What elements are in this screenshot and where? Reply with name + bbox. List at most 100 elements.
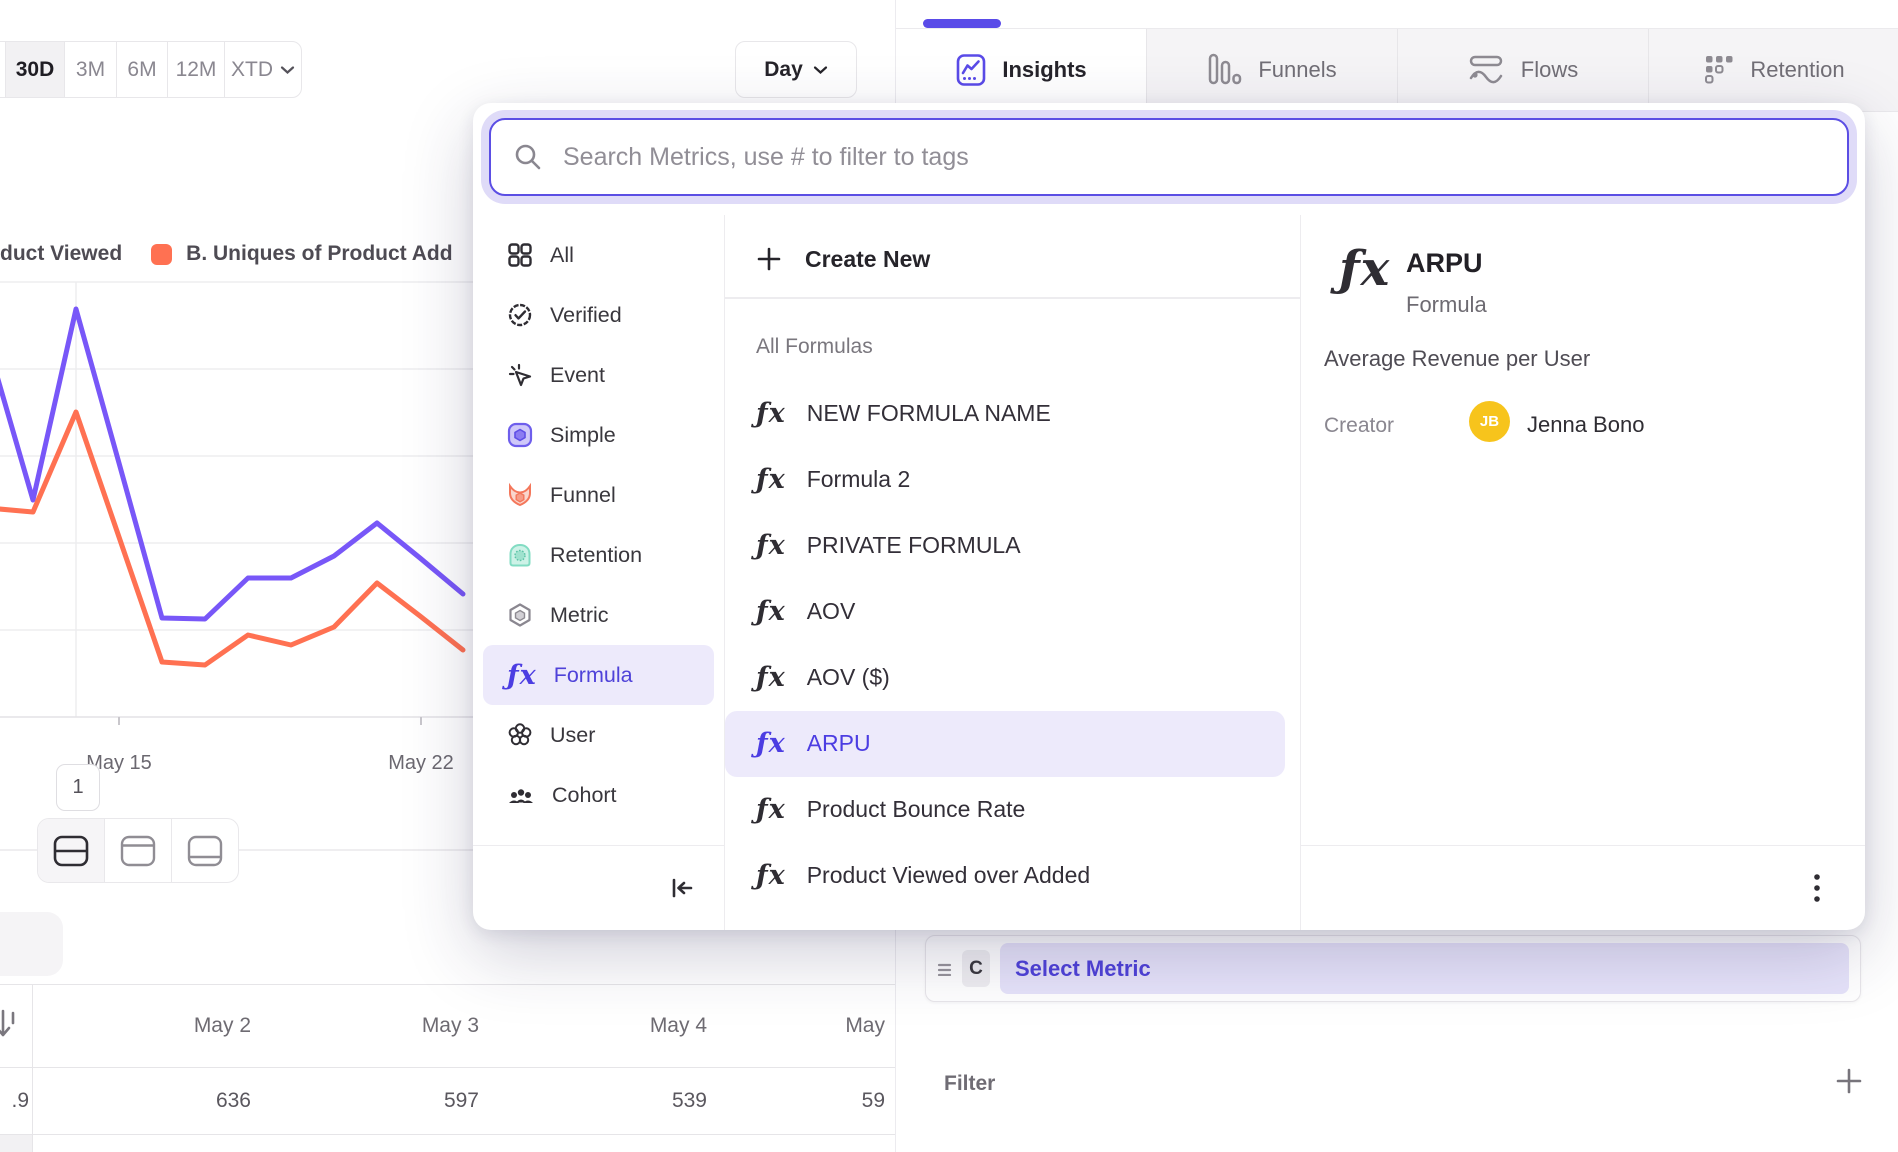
formula-fx-icon: ƒx: [756, 664, 786, 691]
table-sort-cell[interactable]: [0, 985, 33, 1067]
sidebar-item-cohort[interactable]: Cohort: [483, 765, 714, 825]
formula-item-label: AOV: [807, 598, 856, 625]
search-input[interactable]: [561, 142, 1824, 173]
table-cell: 597: [261, 1068, 489, 1134]
sidebar-item-metric[interactable]: Metric: [483, 585, 714, 645]
event-cursor-icon: [507, 362, 533, 388]
select-metric-button[interactable]: Select Metric: [1000, 943, 1849, 994]
formula-list-item-selected[interactable]: ƒx ARPU: [725, 711, 1285, 777]
series-number-badge[interactable]: 1: [56, 764, 100, 811]
verified-badge-icon: [507, 302, 533, 328]
table-row-partial: [0, 1135, 895, 1152]
sidebar-footer: [473, 845, 724, 930]
formula-item-label: NEW FORMULA NAME: [807, 400, 1051, 427]
sidebar-item-user[interactable]: User: [483, 705, 714, 765]
formula-list-item[interactable]: ƒx AOV ($): [725, 645, 1300, 711]
app-window: 30D 3M 6M 12M XTD Day duct Viewed B. Uni…: [0, 0, 1898, 1152]
metric-search-bar: [489, 118, 1849, 196]
layout-bottom-icon: [186, 834, 224, 868]
formula-item-label: ARPU: [807, 730, 871, 757]
time-range-6m-button[interactable]: 6M: [116, 42, 167, 97]
metric-detail-panel: ƒx ARPU Formula Average Revenue per User…: [1300, 215, 1865, 930]
sidebar-item-label: Retention: [550, 543, 642, 568]
table-rowhead-cell: [0, 1135, 33, 1152]
metric-hexagon-icon: [507, 602, 533, 628]
plus-icon: [756, 246, 782, 272]
tab-insights[interactable]: Insights: [896, 29, 1146, 111]
avatar: JB: [1469, 401, 1510, 442]
simple-icon: [507, 422, 533, 448]
formula-list-item[interactable]: ƒx NEW FORMULA NAME: [725, 381, 1300, 447]
formula-item-label: AOV ($): [807, 664, 890, 691]
tab-flows[interactable]: Flows: [1397, 29, 1648, 111]
sidebar-item-funnel[interactable]: Funnel: [483, 465, 714, 525]
formula-list-item[interactable]: ƒx Formula 2: [725, 447, 1300, 513]
filter-section-label: Filter: [944, 1072, 995, 1096]
formula-fx-icon: ƒx: [756, 796, 786, 823]
table-column-header[interactable]: May 2: [33, 985, 261, 1067]
select-metric-label: Select Metric: [1015, 956, 1151, 982]
time-range-12m-button[interactable]: 12M: [167, 42, 224, 97]
layout-top-button[interactable]: [104, 819, 171, 882]
create-new-button[interactable]: Create New: [725, 229, 1300, 289]
formula-item-label: Product Viewed over Added: [807, 862, 1090, 889]
formula-fx-icon: ƒx: [756, 598, 786, 625]
drag-handle-icon[interactable]: [937, 962, 952, 976]
sidebar-item-simple[interactable]: Simple: [483, 405, 714, 465]
sidebar-item-formula[interactable]: ƒx Formula: [483, 645, 714, 705]
report-tab-bar: Insights Funnels Flows Retention: [896, 28, 1898, 112]
formula-fx-icon: ƒx: [756, 466, 786, 493]
table-column-header[interactable]: May: [717, 985, 895, 1067]
kebab-menu-icon[interactable]: [1813, 873, 1821, 903]
category-sidebar: All Verified Event: [473, 215, 725, 930]
chart-svg: [0, 240, 473, 800]
formula-list-item[interactable]: ƒx Product Viewed over Added: [725, 843, 1300, 909]
layout-bottom-button[interactable]: [171, 819, 238, 882]
formula-list-item[interactable]: ƒx Product Bounce Rate: [725, 777, 1300, 843]
formula-fx-icon: ƒx: [756, 532, 786, 559]
table-cell: 59: [717, 1068, 895, 1134]
formula-fx-icon: ƒx: [756, 400, 786, 427]
sidebar-item-event[interactable]: Event: [483, 345, 714, 405]
breakdown-table: May 2 May 3 May 4 May .9 636 597 539 59: [0, 984, 895, 1152]
sidebar-item-label: Funnel: [550, 483, 616, 508]
table-cell: 636: [33, 1068, 261, 1134]
active-tab-indicator: [923, 19, 1001, 28]
sidebar-item-label: Metric: [550, 603, 609, 628]
layout-top-icon: [119, 834, 157, 868]
search-icon: [514, 143, 542, 171]
layout-toggle-group: [37, 818, 239, 883]
formula-fx-icon: ƒx: [756, 862, 786, 889]
granularity-day-button[interactable]: Day: [735, 41, 857, 98]
add-filter-button[interactable]: [1834, 1066, 1864, 1096]
detail-title: ARPU: [1406, 248, 1483, 279]
collapse-sidebar-icon[interactable]: [668, 874, 696, 902]
time-range-xtd-button[interactable]: XTD: [224, 42, 301, 97]
table-column-header[interactable]: May 3: [261, 985, 489, 1067]
grid-icon: [507, 242, 533, 268]
formula-list-item[interactable]: ƒx PRIVATE FORMULA: [725, 513, 1300, 579]
sidebar-item-all[interactable]: All: [483, 225, 714, 285]
formula-list-item[interactable]: ƒx AOV: [725, 579, 1300, 645]
table-column-header[interactable]: May 4: [489, 985, 717, 1067]
retention-dots-icon: [1703, 53, 1735, 87]
sidebar-item-retention[interactable]: Retention: [483, 525, 714, 585]
tab-funnels[interactable]: Funnels: [1146, 29, 1397, 111]
list-section-label: All Formulas: [756, 335, 1300, 359]
x-tick-label: May 22: [361, 752, 481, 775]
sort-icon: [0, 1005, 19, 1045]
sidebar-item-label: Formula: [554, 663, 633, 688]
step-letter-badge: C: [962, 950, 990, 987]
creator-name: Jenna Bono: [1527, 412, 1644, 438]
sidebar-item-verified[interactable]: Verified: [483, 285, 714, 345]
layout-split-icon: [52, 834, 90, 868]
layout-split-button[interactable]: [38, 819, 104, 882]
time-range-3m-button[interactable]: 3M: [64, 42, 116, 97]
plus-icon: [1834, 1066, 1864, 1096]
formula-item-label: Product Bounce Rate: [807, 796, 1026, 823]
sidebar-item-label: Cohort: [552, 783, 617, 808]
time-range-30d-button[interactable]: 30D: [5, 42, 64, 97]
user-flower-icon: [507, 722, 533, 748]
tab-retention[interactable]: Retention: [1648, 29, 1898, 111]
tab-label: Retention: [1750, 57, 1844, 83]
